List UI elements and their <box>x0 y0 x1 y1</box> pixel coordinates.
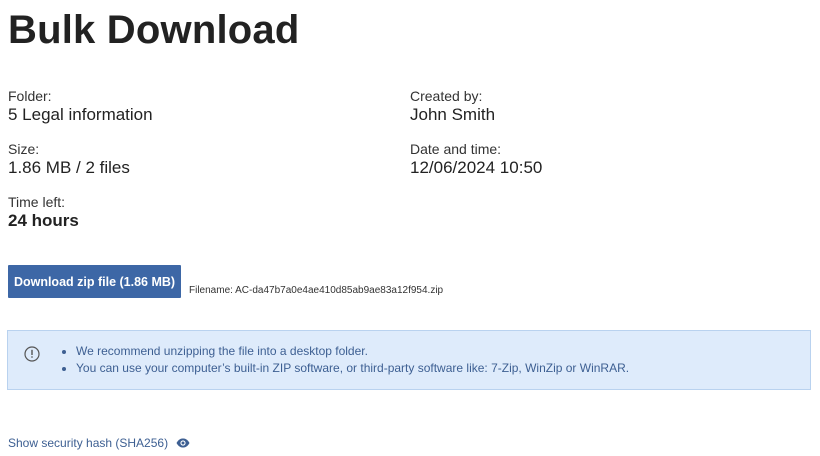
eye-icon[interactable] <box>176 438 190 448</box>
info-item: We recommend unzipping the file into a d… <box>76 343 629 360</box>
time-left-detail: Time left: 24 hours <box>8 194 388 231</box>
size-detail: Size: 1.86 MB / 2 files <box>8 141 388 178</box>
page-title: Bulk Download <box>8 8 300 52</box>
created-by-label: Created by: <box>410 88 483 104</box>
filename-text: Filename: AC-da47b7a0e4ae410d85ab9ae83a1… <box>189 285 444 296</box>
created-by-value: John Smith <box>410 105 496 124</box>
created-by-detail: Created by: John Smith <box>410 88 790 125</box>
show-security-hash-link[interactable]: Show security hash (SHA256) <box>8 436 190 450</box>
show-security-hash-label[interactable]: Show security hash (SHA256) <box>8 436 168 450</box>
folder-value: 5 Legal information <box>8 105 153 124</box>
folder-label: Folder: <box>8 88 52 104</box>
info-item: You can use your computer’s built-in ZIP… <box>76 360 629 377</box>
date-time-detail: Date and time: 12/06/2024 10:50 <box>410 141 790 178</box>
info-list: We recommend unzipping the file into a d… <box>64 343 629 377</box>
size-label: Size: <box>8 141 40 157</box>
time-left-value: 24 hours <box>8 211 79 230</box>
info-notice: We recommend unzipping the file into a d… <box>7 330 811 390</box>
time-left-label: Time left: <box>8 194 66 210</box>
folder-detail: Folder: 5 Legal information <box>8 88 388 125</box>
date-time-value: 12/06/2024 10:50 <box>410 158 543 177</box>
info-circle-icon <box>24 346 40 362</box>
download-row: Download zip file (1.86 MB) Filename: AC… <box>8 264 443 298</box>
date-time-label: Date and time: <box>410 141 502 157</box>
download-zip-button[interactable]: Download zip file (1.86 MB) <box>8 265 181 298</box>
size-value: 1.86 MB / 2 files <box>8 158 130 177</box>
